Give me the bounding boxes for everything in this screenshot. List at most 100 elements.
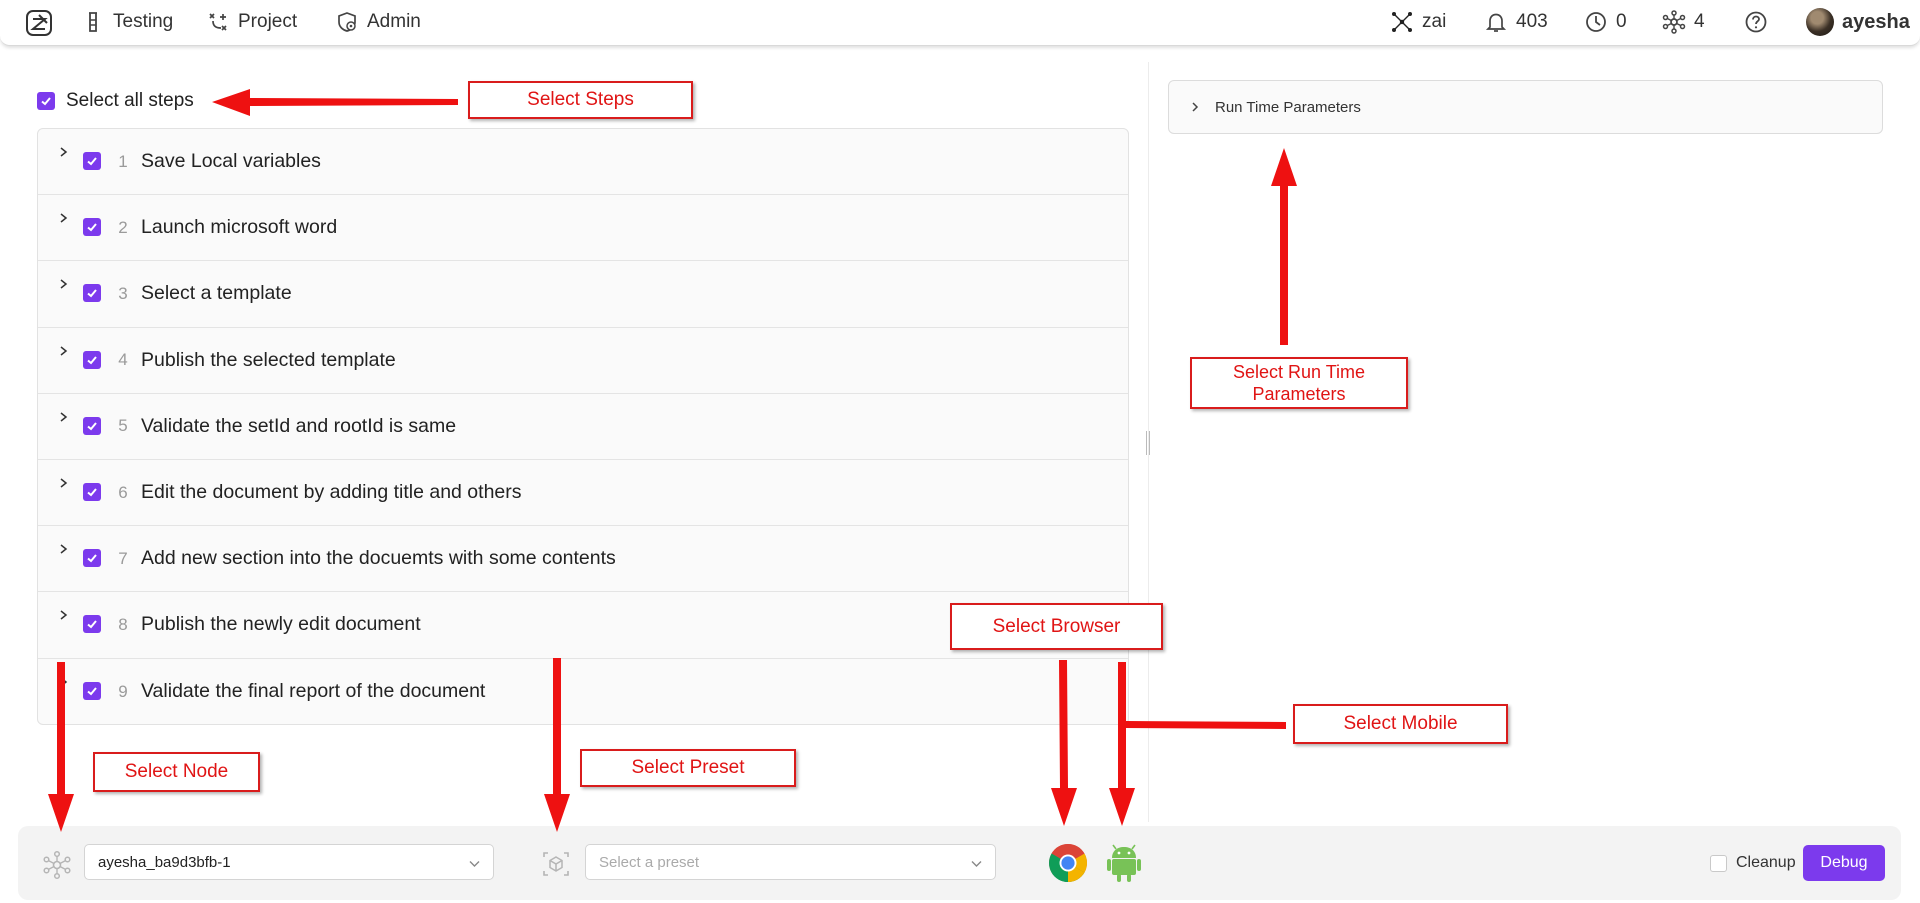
select-all-steps[interactable]: Select all steps	[37, 90, 194, 112]
step-title: Edit the document by adding title and ot…	[141, 481, 522, 504]
zai-label: zai	[1422, 11, 1447, 32]
flask-icon	[89, 12, 97, 32]
node-select-value: ayesha_ba9d3bfb-1	[98, 853, 231, 871]
step-title: Add new section into the docuemts with s…	[141, 547, 616, 570]
nav-admin-label: Admin	[367, 11, 421, 32]
chevron-right-icon[interactable]	[58, 212, 70, 224]
step-checkbox[interactable]	[83, 681, 101, 700]
step-checkbox[interactable]	[83, 350, 101, 369]
step-checkbox[interactable]	[83, 482, 101, 501]
checkmark-icon	[87, 422, 97, 431]
nav-testing-label: Testing	[113, 11, 174, 32]
android-mobile-icon[interactable]	[1106, 843, 1142, 883]
arrow-mobile-connector	[1126, 721, 1286, 729]
step-number: 3	[118, 283, 128, 303]
cleanup-label: Cleanup	[1736, 854, 1796, 871]
chevron-right-icon[interactable]	[58, 609, 70, 621]
chevron-down-icon	[971, 861, 982, 867]
step-checkbox[interactable]	[83, 615, 101, 634]
step-title: Launch microsoft word	[141, 216, 338, 239]
step-row[interactable]: 9 Validate the final report of the docume…	[38, 659, 1128, 725]
chevron-right-icon[interactable]	[58, 411, 70, 423]
step-row[interactable]: 5 Validate the setId and rootId is same	[38, 394, 1128, 460]
bottom-toolbar: ayesha_ba9d3bfb-1 Select a preset Cleanu…	[18, 826, 1901, 900]
select-all-checkbox[interactable]	[37, 92, 55, 110]
nodes-button[interactable]: 4	[1662, 9, 1705, 35]
step-number: 1	[118, 151, 128, 171]
clock-icon	[1586, 12, 1606, 32]
preset-select-placeholder: Select a preset	[599, 853, 700, 871]
step-row[interactable]: 2 Launch microsoft word	[38, 195, 1128, 262]
node-select[interactable]: ayesha_ba9d3bfb-1	[84, 844, 494, 880]
history-button[interactable]: 0	[1584, 9, 1627, 35]
step-number: 2	[118, 217, 128, 237]
chevron-right-icon[interactable]	[58, 278, 70, 290]
runtime-parameters-label: Run Time Parameters	[1215, 98, 1361, 116]
arrow-runtime	[1271, 148, 1297, 345]
node-hub-icon	[43, 850, 71, 880]
step-row[interactable]: 3 Select a template	[38, 261, 1128, 328]
chevron-right-icon[interactable]	[58, 676, 70, 688]
runtime-parameters-collapse[interactable]: Run Time Parameters	[1168, 80, 1883, 134]
admin-shield-icon	[338, 12, 356, 32]
callout-select-runtime: Select Run Time Parameters	[1190, 357, 1408, 409]
step-checkbox[interactable]	[83, 152, 101, 170]
callout-select-node: Select Node	[93, 752, 260, 792]
checkmark-icon	[41, 97, 51, 106]
select-all-label: Select all steps	[66, 90, 194, 111]
checkmark-icon	[87, 554, 97, 563]
preset-select[interactable]: Select a preset	[585, 844, 996, 880]
debug-button[interactable]: Debug	[1803, 845, 1885, 881]
zai-button[interactable]: zai	[1390, 9, 1446, 35]
resize-handle[interactable]	[1146, 431, 1150, 455]
step-row[interactable]: 1 Save Local variables	[38, 129, 1128, 196]
step-title: Publish the selected template	[141, 348, 396, 371]
user-name: ayesha	[1842, 10, 1910, 33]
step-title: Validate the final report of the documen…	[141, 680, 486, 703]
callout-select-browser: Select Browser	[950, 603, 1163, 650]
step-row[interactable]: 6 Edit the document by adding title and o…	[38, 460, 1128, 527]
chevron-down-icon	[469, 861, 480, 867]
user-menu[interactable]: ayesha	[1806, 8, 1910, 36]
cleanup-checkbox[interactable]	[1710, 854, 1727, 872]
bell-icon	[1485, 13, 1507, 32]
chevron-right-icon[interactable]	[58, 477, 70, 489]
step-row[interactable]: 4 Publish the selected template	[38, 328, 1128, 394]
callout-select-preset: Select Preset	[580, 749, 796, 787]
nav-admin[interactable]: Admin	[336, 9, 421, 35]
callout-select-steps: Select Steps	[468, 81, 693, 119]
nav-testing[interactable]: Testing	[82, 9, 173, 35]
chrome-browser-icon[interactable]	[1048, 843, 1088, 883]
step-checkbox[interactable]	[83, 549, 101, 568]
arrow-select-steps	[212, 89, 458, 116]
chevron-right-icon[interactable]	[58, 543, 70, 555]
help-button[interactable]	[1744, 9, 1768, 35]
step-checkbox[interactable]	[83, 284, 101, 303]
checkmark-icon	[87, 157, 97, 166]
step-number: 5	[118, 416, 128, 436]
checkmark-icon	[87, 620, 97, 629]
app-logo-icon[interactable]	[26, 10, 52, 36]
chevron-right-icon[interactable]	[58, 146, 70, 158]
chevron-right-icon[interactable]	[58, 345, 70, 357]
history-count: 0	[1616, 11, 1627, 32]
step-number: 4	[118, 350, 128, 370]
checkmark-icon	[87, 686, 97, 695]
checkmark-icon	[87, 289, 97, 298]
notifications-count: 403	[1516, 11, 1548, 32]
cleanup-option[interactable]: Cleanup	[1710, 854, 1796, 872]
step-checkbox[interactable]	[83, 218, 101, 237]
project-flow-icon	[209, 13, 227, 31]
top-navbar: Testing Project Admin zai 403 0 4 ayesha	[0, 0, 1920, 46]
chevron-right-icon	[1192, 102, 1199, 112]
checkmark-icon	[87, 355, 97, 364]
step-number: 8	[118, 614, 128, 634]
step-row[interactable]: 7 Add new section into the docuemts with …	[38, 526, 1128, 593]
nav-project[interactable]: Project	[207, 9, 297, 35]
notifications-button[interactable]: 403	[1484, 9, 1548, 35]
step-title: Select a template	[141, 282, 292, 305]
step-title: Validate the setId and rootId is same	[141, 414, 457, 437]
step-number: 9	[118, 681, 128, 701]
step-title: Publish the newly edit document	[141, 613, 421, 636]
step-checkbox[interactable]	[83, 416, 101, 435]
